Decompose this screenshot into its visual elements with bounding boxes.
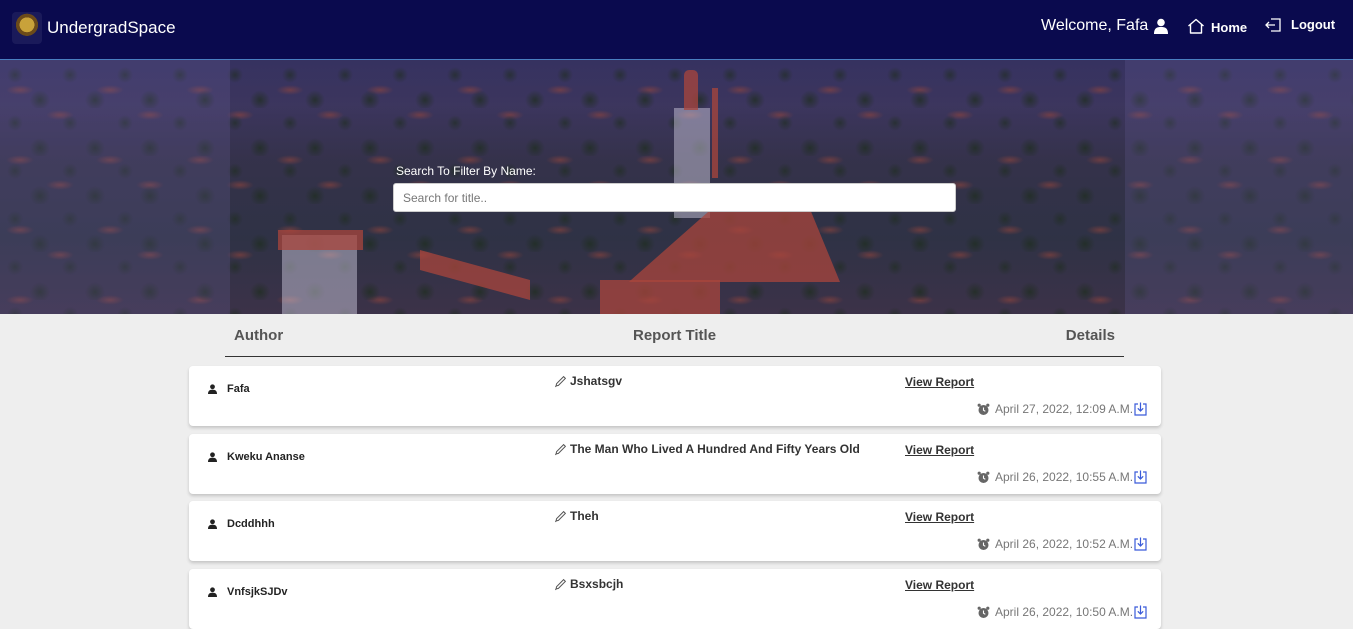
report-title-text: Jshatsgv [570,374,623,388]
home-label: Home [1211,20,1248,35]
report-card: VnfsjkSJDv Bsxsbcjh View Report April 26… [189,569,1161,629]
author-name: Fafa [227,383,250,395]
view-report-link[interactable]: View Report [905,510,974,524]
pencil-icon [555,443,567,455]
author-name: Kweku Ananse [227,451,305,463]
user-icon [208,519,217,529]
report-date-text: April 26, 2022, 10:55 A.M. [995,470,1134,484]
home-link[interactable]: Home [1187,17,1247,35]
report-title-text: The Man Who Lived A Hundred And Fifty Ye… [570,442,860,456]
report-date: April 26, 2022, 10:50 A.M. [977,605,1147,619]
view-report-link[interactable]: View Report [905,375,974,389]
report-author: VnfsjkSJDv [208,586,288,598]
report-date-text: April 26, 2022, 10:52 A.M. [995,537,1134,551]
report-title-text: Bsxsbcjh [570,577,624,591]
hero-banner: Search To Filter By Name: [0,60,1353,314]
report-title-text: Theh [570,509,599,523]
report-card: Dcddhhh Theh View Report April 26, 2022,… [189,501,1161,561]
alarm-clock-icon [977,538,990,550]
search-label: Search To Filter By Name: [396,164,536,178]
alarm-clock-icon [977,403,990,415]
view-report-link[interactable]: View Report [905,443,974,457]
download-icon[interactable] [1134,402,1147,416]
report-title: Jshatsgv [554,374,622,388]
report-date: April 27, 2022, 12:09 A.M. [977,402,1147,416]
left-building-roof [278,230,363,250]
pencil-icon [555,578,567,590]
download-icon[interactable] [1134,605,1147,619]
welcome-text: Welcome, Fafa [1041,17,1149,34]
user-icon [208,452,217,462]
report-date-text: April 26, 2022, 10:50 A.M. [995,605,1134,619]
header-details: Details [1065,327,1115,344]
top-navbar: UndergradSpace Welcome, Fafa Home Logout [0,0,1353,60]
brand[interactable]: UndergradSpace [12,12,176,44]
logout-icon [1265,17,1281,32]
tower-spire [684,70,698,110]
author-name: Dcddhhh [227,518,275,530]
author-name: VnfsjkSJDv [227,586,288,598]
university-crest-logo [12,12,42,44]
table-header: Author Report Title Details [225,314,1124,357]
brand-name: UndergradSpace [47,18,176,37]
home-icon [1188,18,1204,34]
pencil-icon [555,375,567,387]
download-icon[interactable] [1134,537,1147,551]
logout-label: Logout [1291,17,1336,32]
report-date: April 26, 2022, 10:55 A.M. [977,470,1147,484]
user-icon [1154,18,1169,34]
pencil-icon [555,510,567,522]
report-author: Kweku Ananse [208,451,305,463]
user-icon [208,384,217,394]
report-card: Kweku Ananse The Man Who Lived A Hundred… [189,434,1161,494]
report-card: Fafa Jshatsgv View Report April 27, 2022… [189,366,1161,426]
logout-link[interactable]: Logout [1265,17,1335,32]
search-input[interactable] [393,183,956,212]
alarm-clock-icon [977,471,990,483]
report-title: Bsxsbcjh [554,577,623,591]
tower-spire-small [712,88,718,178]
report-title: Theh [554,509,599,523]
report-author: Fafa [208,383,250,395]
report-date-text: April 27, 2022, 12:09 A.M. [995,402,1134,416]
report-date: April 26, 2022, 10:52 A.M. [977,537,1147,551]
report-title: The Man Who Lived A Hundred And Fifty Ye… [554,442,860,456]
alarm-clock-icon [977,606,990,618]
download-icon[interactable] [1134,470,1147,484]
welcome-user[interactable]: Welcome, Fafa [1041,17,1169,35]
hero-side-panel-right [1125,60,1353,314]
header-author: Author [234,327,284,344]
header-report-title: Report Title [633,327,717,344]
user-icon [208,587,217,597]
view-report-link[interactable]: View Report [905,578,974,592]
main-hall-roof-lower [600,280,720,314]
report-author: Dcddhhh [208,518,275,530]
hero-side-panel-left [0,60,230,314]
